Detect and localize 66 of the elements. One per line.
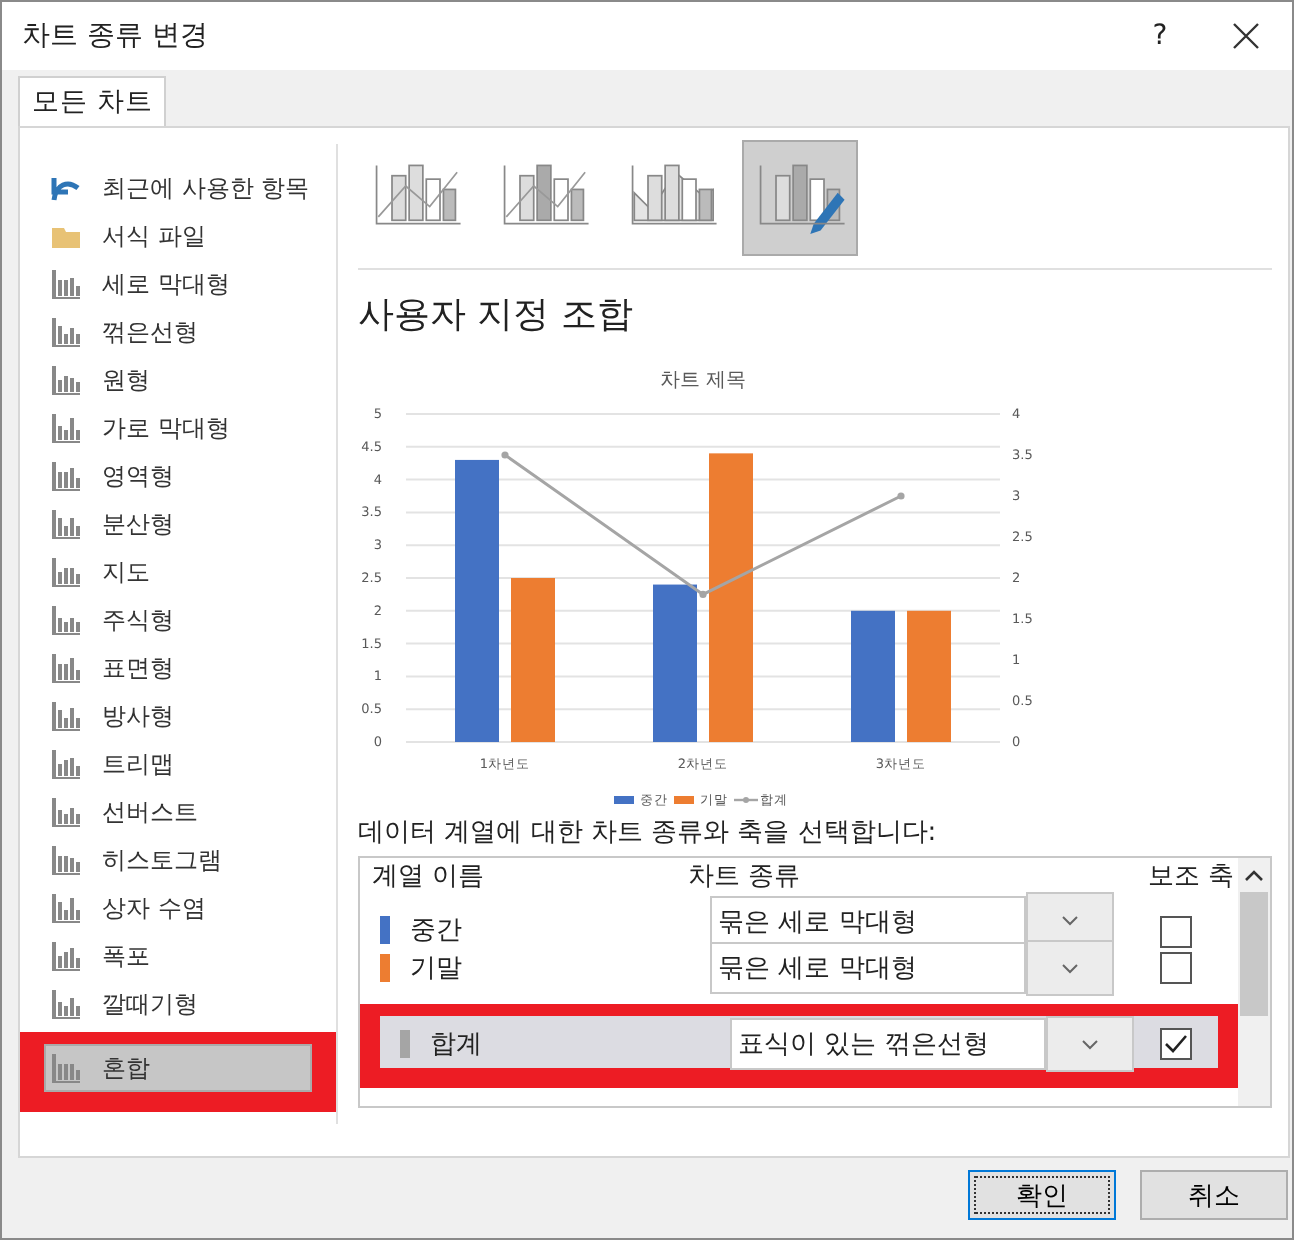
sidebar-item[interactable]: 꺾은선형 <box>20 308 320 356</box>
column-header: 보조 축 <box>1145 860 1236 894</box>
chart-type-dropdown[interactable]: 묶은 세로 막대형 <box>710 942 1026 994</box>
chart-type-icon <box>50 268 82 300</box>
series-name: 합계 <box>430 1028 482 1062</box>
sidebar-item[interactable]: 영역형 <box>20 452 320 500</box>
chart-type-icon <box>50 700 82 732</box>
sidebar-item[interactable]: 세로 막대형 <box>20 260 320 308</box>
bar <box>851 610 895 742</box>
section-heading: 사용자 지정 조합 <box>358 292 635 338</box>
tab[interactable]: 모든 차트 <box>18 76 167 126</box>
column-header: 차트 종류 <box>686 860 803 894</box>
sidebar-item[interactable]: 분산형 <box>20 500 320 548</box>
legend-key <box>614 796 634 804</box>
instruction-text: 데이터 계열에 대한 차트 종류와 축을 선택합니다: <box>358 816 939 850</box>
legend-key <box>734 797 758 803</box>
chart-type-dropdown[interactable]: 표식이 있는 꺾은선형 <box>730 1018 1046 1070</box>
help-button[interactable]: ? <box>1120 20 1200 52</box>
sidebar-item[interactable]: 원형 <box>20 356 320 404</box>
sidebar-item[interactable]: 방사형 <box>20 692 320 740</box>
chevron-down-icon <box>1082 1039 1098 1049</box>
series-name: 기말 <box>410 952 462 986</box>
chart-type-icon <box>50 748 82 780</box>
sidebar-item[interactable]: 상자 수염 <box>20 884 320 932</box>
secondary-axis-checkbox[interactable] <box>1160 1028 1192 1060</box>
chart-type-icon <box>50 316 82 348</box>
chart-type-icon <box>50 652 82 684</box>
sidebar-item[interactable]: 혼합 <box>44 1044 312 1092</box>
chart-title: 차트 제목 <box>659 370 747 392</box>
sidebar-item[interactable]: 지도 <box>20 548 320 596</box>
chart-type-icon <box>50 1052 82 1084</box>
chart-type-icon <box>50 508 82 540</box>
sidebar-item[interactable]: 최근에 사용한 항목 <box>20 164 320 212</box>
chart-type-icon <box>50 988 82 1020</box>
legend-key <box>674 796 694 804</box>
chart-subtype-button[interactable] <box>742 140 858 256</box>
sidebar-item[interactable]: 폭포 <box>20 932 320 980</box>
chart-type-icon <box>50 892 82 924</box>
chart-type-icon <box>50 796 82 828</box>
dialog-button[interactable]: 확인 <box>968 1170 1116 1220</box>
window-title: 차트 종류 변경 <box>22 18 210 54</box>
chart-type-icon <box>50 844 82 876</box>
sidebar-item[interactable]: 선버스트 <box>20 788 320 836</box>
sidebar-item[interactable]: 깔때기형 <box>20 980 320 1028</box>
secondary-axis-checkbox[interactable] <box>1160 916 1192 948</box>
dialog-button[interactable]: 취소 <box>1140 1170 1288 1220</box>
chart-type-icon <box>50 604 82 636</box>
chevron-down-icon <box>1062 915 1078 925</box>
series-name: 중간 <box>410 914 462 948</box>
chart-type-icon <box>50 940 82 972</box>
chart-type-icon <box>50 412 82 444</box>
chart-type-icon <box>50 172 82 204</box>
column-header: 계열 이름 <box>370 860 487 894</box>
chart-type-icon <box>50 364 82 396</box>
sidebar-item[interactable]: 서식 파일 <box>20 212 320 260</box>
sidebar-item[interactable]: 히스토그램 <box>20 836 320 884</box>
chevron-down-icon <box>1062 963 1078 973</box>
sidebar-item[interactable]: 트리맵 <box>20 740 320 788</box>
sidebar-item[interactable]: 가로 막대형 <box>20 404 320 452</box>
chart-type-icon <box>50 460 82 492</box>
chart-type-icon <box>50 556 82 588</box>
bar <box>907 610 951 742</box>
sidebar-item[interactable]: 표면형 <box>20 644 320 692</box>
sidebar-item[interactable]: 주식형 <box>20 596 320 644</box>
scrollbar-thumb[interactable] <box>1240 892 1268 1016</box>
secondary-axis-checkbox[interactable] <box>1160 952 1192 984</box>
